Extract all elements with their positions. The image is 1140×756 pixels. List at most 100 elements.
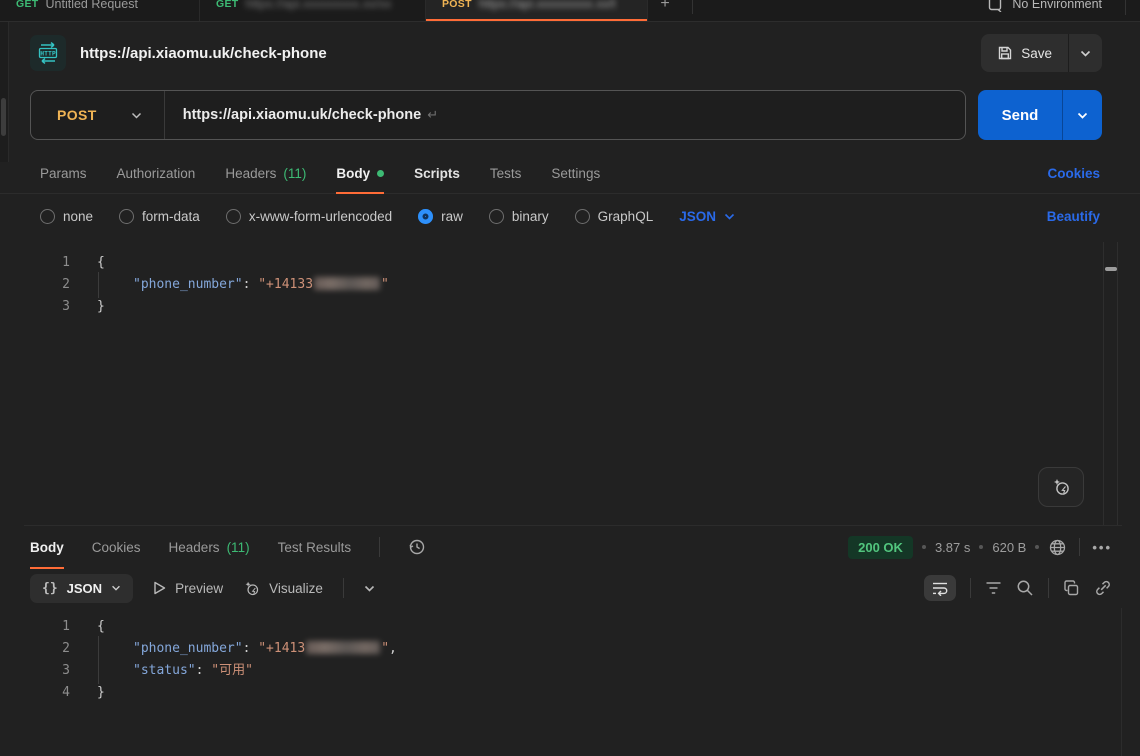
code-token: } [97,299,105,314]
workspace-tab-active[interactable]: POST https://api.xxxxxxxxx.xx/t [426,0,648,22]
preview-button[interactable]: Preview [153,581,223,596]
line-number: 2 [24,274,70,296]
line-number: 4 [24,682,70,704]
body-type-none[interactable]: none [40,209,93,224]
divider [1125,0,1126,15]
divider [343,578,344,598]
method-dropdown[interactable]: POST [31,91,164,139]
tab-headers[interactable]: Headers (11) [225,154,306,193]
body-type-form-data[interactable]: form-data [119,209,200,224]
response-tab-test-results[interactable]: Test Results [278,526,352,568]
code-line: 2"phone_number": "+1413", [24,638,1121,660]
sidebar-resize-handle[interactable] [1,98,6,136]
visualize-button[interactable]: Visualize [243,580,323,597]
redacted-value [314,277,380,290]
tab-authorization[interactable]: Authorization [117,154,196,193]
more-options-button[interactable]: ••• [1092,540,1112,555]
radio-icon [575,209,590,224]
chevron-down-icon [131,112,142,119]
copy-button[interactable] [1063,580,1080,597]
body-type-row: none form-data x-www-form-urlencoded raw… [0,194,1140,238]
chevron-down-icon [111,585,121,591]
postbot-button[interactable] [1038,467,1084,507]
request-tab-bar: Params Authorization Headers (11) Body S… [0,154,1140,194]
radio-icon [40,209,55,224]
code-token: "可用" [211,663,253,678]
beautify-link[interactable]: Beautify [1047,209,1100,224]
code-token: "status" [133,663,196,678]
code-line: 2"phone_number": "+14133" [24,274,1122,296]
svg-text:HTTP: HTTP [40,50,56,58]
save-response-link-button[interactable] [1094,579,1112,597]
dot-separator [922,545,926,549]
visualize-options-button[interactable] [364,585,375,592]
collapsed-sidebar-strip [0,22,9,162]
network-globe-icon[interactable] [1048,538,1067,557]
line-number: 3 [24,296,70,318]
tab-body[interactable]: Body [336,154,384,193]
tab-tests[interactable]: Tests [490,154,522,193]
tab-scripts[interactable]: Scripts [414,154,460,193]
response-size: 620 B [992,540,1026,555]
response-tab-cookies[interactable]: Cookies [92,526,141,568]
response-tab-body[interactable]: Body [30,526,64,568]
wrap-text-icon [931,580,949,596]
body-type-graphql[interactable]: GraphQL [575,209,654,224]
new-tab-button[interactable]: + [648,0,682,22]
tab-settings[interactable]: Settings [551,154,600,193]
save-split-button: Save [981,34,1102,72]
body-type-urlencoded[interactable]: x-www-form-urlencoded [226,209,392,224]
code-token: "+14133 [258,277,313,292]
copy-icon [1063,580,1080,597]
method-badge: GET [216,0,239,10]
code-line: 4} [24,682,1121,704]
body-type-binary[interactable]: binary [489,209,549,224]
body-type-raw[interactable]: raw [418,209,463,224]
scrollbar-handle[interactable] [1105,267,1117,271]
method-badge: GET [16,0,39,10]
headers-count: (11) [283,166,306,181]
format-value: JSON [67,581,102,596]
url-input[interactable]: https://api.xiaomu.uk/check-phone ↵ [165,107,438,123]
code-token: "phone_number" [133,641,243,656]
chevron-down-icon [724,213,735,220]
braces-icon: {} [42,581,58,596]
workspace-tab-title: Untitled Request [46,0,138,11]
code-token: } [97,685,105,700]
response-time: 3.87 s [935,540,970,555]
link-icon [1094,579,1112,597]
radio-icon [489,209,504,224]
wrap-text-button[interactable] [924,575,956,601]
request-body-editor[interactable]: 1{2"phone_number": "+14133"3} [24,242,1122,526]
response-body-viewer[interactable]: 1{2"phone_number": "+1413",3"status": "可… [24,608,1122,756]
url-bar: POST https://api.xiaomu.uk/check-phone ↵ [30,90,966,140]
cookies-link[interactable]: Cookies [1047,166,1100,181]
environment-selector[interactable]: No Environment [1012,0,1102,11]
line-number: 2 [24,638,70,660]
request-title: https://api.xiaomu.uk/check-phone [80,45,327,62]
send-options-button[interactable] [1062,90,1102,140]
radio-icon [119,209,134,224]
scrollbar[interactable] [1103,242,1118,525]
save-button[interactable]: Save [981,34,1068,72]
divider [692,0,693,14]
request-header: HTTP https://api.xiaomu.uk/check-phone S… [0,22,1140,84]
send-button[interactable]: Send [978,90,1062,140]
workspace-tab-untitled[interactable]: GET Untitled Request [0,0,200,22]
response-format-dropdown[interactable]: {} JSON [30,574,133,603]
workspace-tab-2[interactable]: GET https://api.xxxxxxxxx.xx/xx [200,0,426,22]
search-button[interactable] [1016,579,1034,597]
url-value: https://api.xiaomu.uk/check-phone [183,107,421,123]
save-options-button[interactable] [1068,34,1102,72]
language-dropdown[interactable]: JSON [679,209,735,224]
response-tab-headers[interactable]: Headers (11) [169,526,250,568]
code-line: 3} [24,296,1122,318]
search-icon [1016,579,1034,597]
divider [379,537,380,557]
tab-params[interactable]: Params [40,154,87,193]
sparkle-icon [1051,477,1071,497]
response-history-button[interactable] [408,538,426,556]
return-symbol: ↵ [427,107,438,122]
workspace-tab-title-redacted: https://api.xxxxxxxxx.xx/t [479,0,616,11]
filter-button[interactable] [985,581,1002,595]
